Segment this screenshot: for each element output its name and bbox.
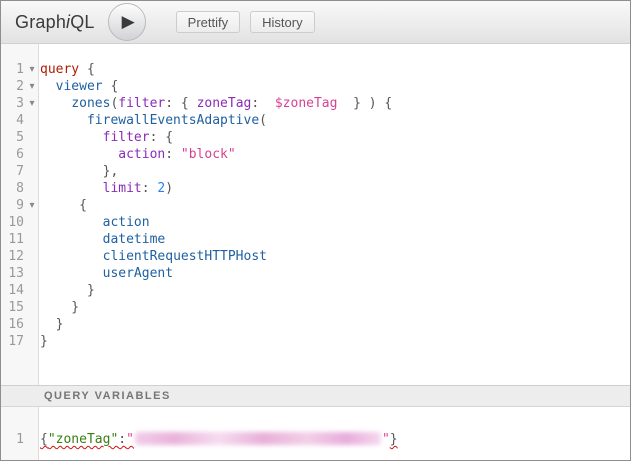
code-text: firewallEventsAdaptive( bbox=[40, 112, 267, 129]
code-text: action bbox=[40, 214, 150, 231]
code-text: limit: 2) bbox=[40, 180, 173, 197]
line-number: 15 bbox=[1, 299, 24, 316]
code-text: } bbox=[40, 282, 95, 299]
line-number: 14 bbox=[1, 282, 24, 299]
line-number: 1 bbox=[1, 431, 24, 448]
code-line[interactable]: 5 filter: { bbox=[1, 129, 630, 146]
code-line[interactable]: 13 userAgent bbox=[1, 265, 630, 282]
line-number: 13 bbox=[1, 265, 24, 282]
code-line[interactable]: 15 } bbox=[1, 299, 630, 316]
line-number: 17 bbox=[1, 333, 24, 350]
fold-gutter-spacer bbox=[24, 282, 40, 299]
app-title-suffix: QL bbox=[70, 12, 94, 32]
line-number: 7 bbox=[1, 163, 24, 180]
fold-gutter-spacer bbox=[24, 316, 40, 333]
code-text: viewer { bbox=[40, 78, 118, 95]
line-number: 9 bbox=[1, 197, 24, 214]
play-icon: ▶ bbox=[122, 14, 135, 31]
fold-arrow-icon[interactable]: ▾ bbox=[24, 197, 40, 214]
fold-arrow-icon[interactable]: ▾ bbox=[24, 95, 40, 112]
fold-gutter-spacer bbox=[24, 214, 40, 231]
code-line[interactable]: 3▾ zones(filter: { zoneTag: $zoneTag } )… bbox=[1, 95, 630, 112]
code-text: datetime bbox=[40, 231, 165, 248]
query-editor[interactable]: 1▾query {2▾ viewer {3▾ zones(filter: { z… bbox=[1, 44, 630, 385]
line-number: 4 bbox=[1, 112, 24, 129]
code-text: userAgent bbox=[40, 265, 173, 282]
line-number: 10 bbox=[1, 214, 24, 231]
prettify-button[interactable]: Prettify bbox=[176, 11, 240, 33]
line-number: 11 bbox=[1, 231, 24, 248]
code-line[interactable]: 11 datetime bbox=[1, 231, 630, 248]
fold-gutter-spacer bbox=[24, 163, 40, 180]
fold-arrow-icon[interactable]: ▾ bbox=[24, 61, 40, 78]
code-line[interactable]: 14 } bbox=[1, 282, 630, 299]
code-line[interactable]: 4 firewallEventsAdaptive( bbox=[1, 112, 630, 129]
fold-gutter-spacer bbox=[24, 333, 40, 350]
fold-gutter-spacer bbox=[24, 265, 40, 282]
line-number: 8 bbox=[1, 180, 24, 197]
code-text: action: "block" bbox=[40, 146, 236, 163]
fold-arrow-icon[interactable]: ▾ bbox=[24, 78, 40, 95]
code-line[interactable]: 10 action bbox=[1, 214, 630, 231]
fold-gutter-spacer bbox=[24, 129, 40, 146]
code-line[interactable]: 6 action: "block" bbox=[1, 146, 630, 163]
code-text: } bbox=[40, 333, 48, 350]
history-button[interactable]: History bbox=[250, 11, 314, 33]
fold-gutter-spacer bbox=[24, 299, 40, 316]
fold-gutter-spacer bbox=[24, 112, 40, 129]
variables-code-area: 1 {"zoneTag":""} bbox=[1, 431, 630, 448]
code-text: zones(filter: { zoneTag: $zoneTag } ) { bbox=[40, 95, 392, 112]
line-number: 3 bbox=[1, 95, 24, 112]
line-number: 2 bbox=[1, 78, 24, 95]
line-number: 5 bbox=[1, 129, 24, 146]
fold-gutter-spacer bbox=[24, 180, 40, 197]
code-text: filter: { bbox=[40, 129, 173, 146]
code-line[interactable]: 8 limit: 2) bbox=[1, 180, 630, 197]
query-variables-header[interactable]: QUERY VARIABLES bbox=[1, 385, 630, 407]
code-text: }, bbox=[40, 163, 118, 180]
code-text: clientRequestHTTPHost bbox=[40, 248, 267, 265]
execute-button[interactable]: ▶ bbox=[108, 3, 146, 41]
code-line[interactable]: 2▾ viewer { bbox=[1, 78, 630, 95]
code-line[interactable]: 1▾query { bbox=[1, 61, 630, 78]
line-number: 1 bbox=[1, 61, 24, 78]
graphiql-window: GraphiQL ▶ Prettify History 1▾query {2▾ … bbox=[0, 0, 631, 461]
code-line[interactable]: 1 {"zoneTag":""} bbox=[1, 431, 630, 448]
fold-gutter-spacer bbox=[24, 431, 40, 448]
variables-editor[interactable]: 1 {"zoneTag":""} bbox=[1, 407, 630, 460]
fold-gutter-spacer bbox=[24, 146, 40, 163]
app-title: GraphiQL bbox=[15, 12, 95, 33]
app-title-prefix: Graph bbox=[15, 12, 66, 32]
query-code-area: 1▾query {2▾ viewer {3▾ zones(filter: { z… bbox=[1, 61, 630, 350]
fold-gutter-spacer bbox=[24, 231, 40, 248]
code-text: {"zoneTag":""} bbox=[40, 431, 398, 448]
line-number: 6 bbox=[1, 146, 24, 163]
code-line[interactable]: 12 clientRequestHTTPHost bbox=[1, 248, 630, 265]
line-number: 16 bbox=[1, 316, 24, 333]
code-line[interactable]: 16 } bbox=[1, 316, 630, 333]
redacted-value bbox=[135, 432, 381, 445]
code-text: { bbox=[40, 197, 87, 214]
code-text: } bbox=[40, 299, 79, 316]
code-line[interactable]: 17} bbox=[1, 333, 630, 350]
code-line[interactable]: 7 }, bbox=[1, 163, 630, 180]
toolbar: GraphiQL ▶ Prettify History bbox=[1, 1, 630, 44]
code-text: query { bbox=[40, 61, 95, 78]
fold-gutter-spacer bbox=[24, 248, 40, 265]
line-number: 12 bbox=[1, 248, 24, 265]
code-line[interactable]: 9▾ { bbox=[1, 197, 630, 214]
code-text: } bbox=[40, 316, 63, 333]
